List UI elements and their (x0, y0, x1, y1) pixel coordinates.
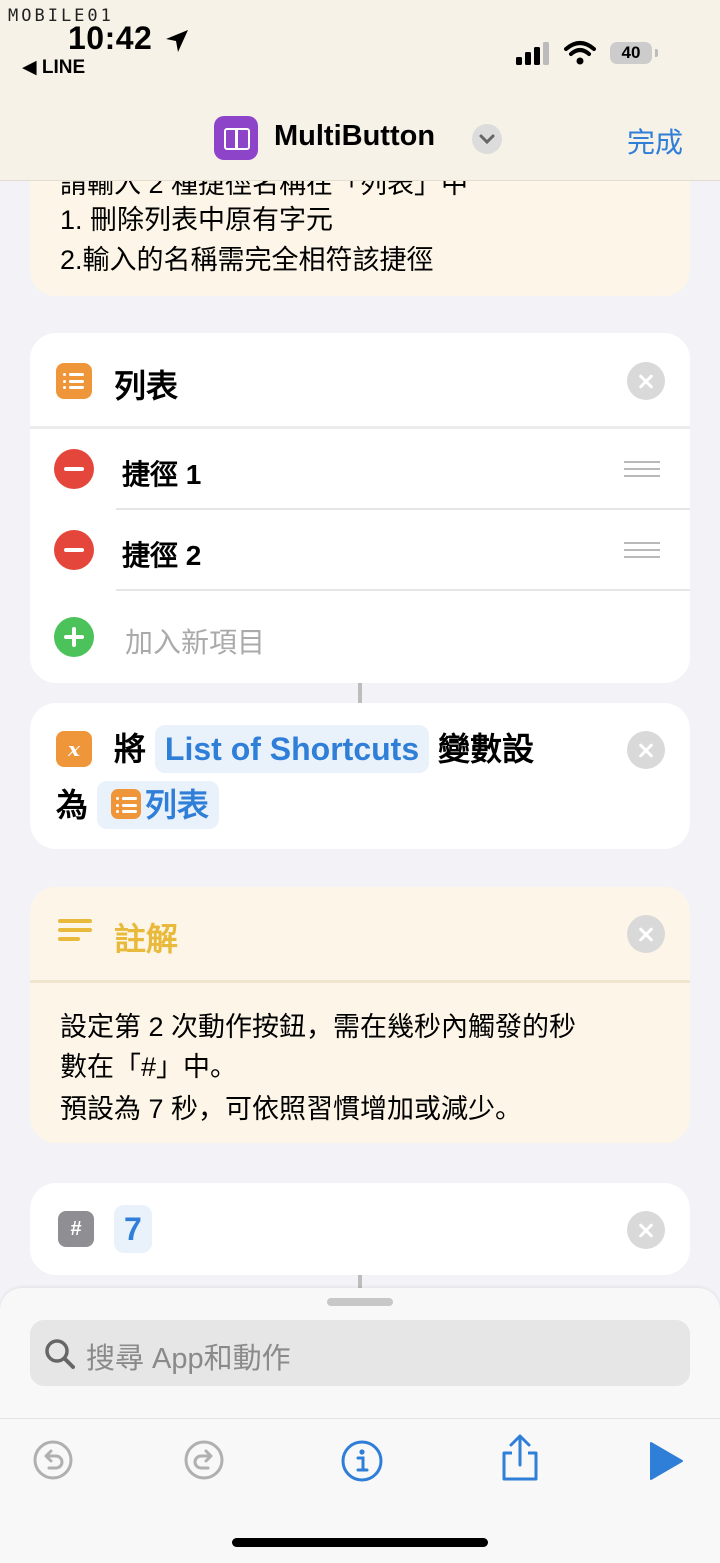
add-item-placeholder[interactable]: 加入新項目 (125, 621, 265, 661)
comment-line-1: 設定第 2 次動作按鈕，需在幾秒內觸發的秒 (60, 1012, 577, 1042)
search-placeholder: 搜尋 App和動作 (86, 1343, 291, 1375)
number-icon: # (58, 1211, 94, 1247)
variable-icon: x (56, 731, 92, 767)
divider (116, 508, 690, 510)
number-action-card[interactable]: # 7 (30, 1183, 690, 1275)
comment-icon (58, 919, 92, 945)
number-value-row: 7 (114, 1205, 152, 1253)
remove-item-icon[interactable] (54, 449, 94, 489)
action-connector (358, 1275, 362, 1289)
back-to-app-overlay[interactable]: ◀ LINE (22, 56, 85, 79)
remove-action-close-icon[interactable] (627, 362, 665, 400)
comment-title: 註解 (114, 921, 179, 957)
shortcut-title-overlay[interactable]: MultiButton (274, 120, 435, 153)
redo-icon[interactable] (183, 1439, 225, 1481)
note-line-2: 2.輸入的名稱需完全相符該捷徑 (60, 245, 434, 275)
divider (116, 589, 690, 591)
done-button-overlay[interactable]: 完成 (627, 121, 683, 161)
remove-action-close-icon[interactable] (627, 915, 665, 953)
shortcut-app-icon-overlay[interactable] (214, 116, 258, 160)
set-variable-line-1: 將 List of Shortcuts 變數設 (114, 725, 534, 773)
undo-icon[interactable] (32, 1439, 74, 1481)
share-icon[interactable] (499, 1433, 541, 1483)
variable-value-token[interactable]: 列表 (96, 781, 219, 829)
comment-line-3: 預設為 7 秒，可依照習慣增加或減少。 (60, 1094, 523, 1124)
comment-card[interactable]: 註解 設定第 2 次動作按鈕，需在幾秒內觸發的秒 數在「#」中。 預設為 7 秒… (30, 887, 690, 1143)
list-item-1[interactable]: 捷徑 1 (122, 453, 201, 493)
add-item-icon[interactable] (54, 617, 94, 657)
list-icon (56, 363, 92, 399)
search-input[interactable]: 搜尋 App和動作 (30, 1320, 690, 1386)
variable-value-label: 列表 (144, 787, 209, 823)
drag-handle-icon[interactable] (624, 461, 660, 477)
list-icon (110, 789, 141, 819)
remove-item-icon[interactable] (54, 530, 94, 570)
set-variable-line-2: 為 列表 (56, 781, 219, 829)
home-indicator[interactable] (232, 1538, 488, 1547)
set-prefix: 將 (114, 731, 147, 767)
number-value-token[interactable]: 7 (114, 1205, 152, 1253)
set-middle: 變數設 (438, 731, 535, 767)
list-item-2[interactable]: 捷徑 2 (122, 534, 201, 574)
play-icon[interactable] (648, 1441, 684, 1481)
search-icon (45, 1339, 75, 1369)
location-arrow-icon (166, 30, 188, 52)
remove-action-close-icon[interactable] (627, 731, 665, 769)
divider (30, 426, 690, 429)
set-to: 為 (56, 787, 89, 823)
cellular-icon (516, 42, 549, 65)
comment-line-2: 數在「#」中。 (60, 1052, 238, 1082)
battery-overlay: 40 (610, 42, 658, 64)
note-line-0: 請輸入 2 種捷徑名稱在「列表」中 (60, 169, 469, 199)
note-line-1: 1. 刪除列表中原有字元 (60, 205, 334, 235)
chevron-down-icon[interactable] (472, 124, 502, 154)
action-search-sheet[interactable]: 搜尋 App和動作 (0, 1288, 720, 1563)
variable-name-token[interactable]: List of Shortcuts (154, 725, 430, 773)
sheet-grabber[interactable] (327, 1298, 393, 1306)
drag-handle-icon[interactable] (624, 542, 660, 558)
list-action-title: 列表 (114, 368, 179, 404)
action-connector (358, 683, 362, 703)
list-action-card[interactable]: 列表 捷徑 1 捷徑 2 加入新項目 (30, 333, 690, 683)
status-time-overlay: 10:42 (68, 20, 153, 56)
wifi-icon (564, 41, 596, 65)
info-icon[interactable] (340, 1439, 384, 1483)
divider (30, 980, 690, 983)
set-variable-card[interactable]: x 將 List of Shortcuts 變數設 為 列表 (30, 703, 690, 849)
remove-action-close-icon[interactable] (627, 1211, 665, 1249)
